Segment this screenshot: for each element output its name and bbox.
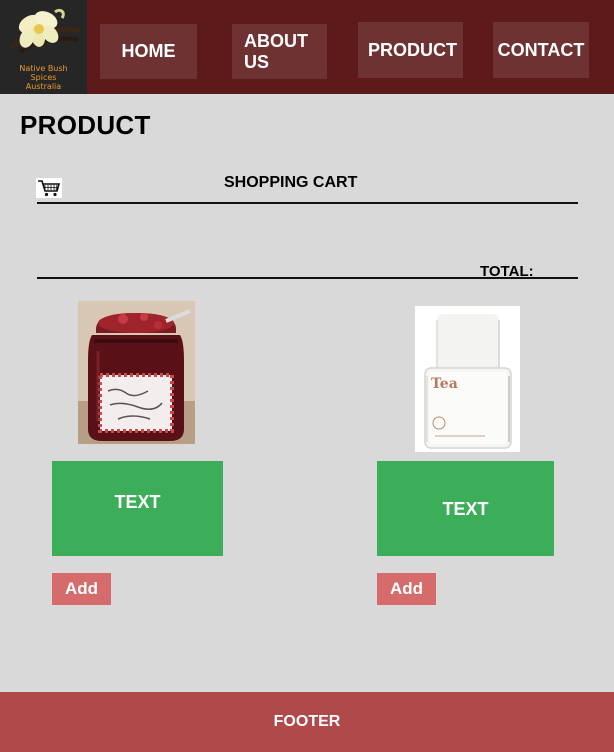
nav-about-button[interactable]: ABOUT US xyxy=(232,24,327,79)
add-to-cart-button-1[interactable]: Add xyxy=(52,573,111,605)
page-title: PRODUCT xyxy=(20,110,151,140)
cart-title: SHOPPING CART xyxy=(224,174,358,191)
nav-contact-button[interactable]: CONTACT xyxy=(493,22,589,78)
footer: FOOTER xyxy=(0,692,614,752)
nav-home-button[interactable]: HOME xyxy=(100,24,197,79)
vanilla-flower-icon xyxy=(8,8,81,54)
product-image-tea: Tea xyxy=(415,306,520,452)
cart-divider-top xyxy=(37,202,578,204)
brand-logo[interactable]: Native Bush Spices Australia xyxy=(0,0,87,94)
shopping-cart-icon[interactable] xyxy=(36,178,62,198)
header: Native Bush Spices Australia HOME ABOUT … xyxy=(0,0,614,94)
product-text-1: TEXT xyxy=(52,461,223,556)
tea-label-text: Tea xyxy=(431,376,458,392)
add-to-cart-button-2[interactable]: Add xyxy=(377,573,436,605)
product-text-2: TEXT xyxy=(377,461,554,556)
cart-divider-bottom xyxy=(37,277,578,279)
product-image-jam xyxy=(78,301,195,444)
nav-product-button[interactable]: PRODUCT xyxy=(358,22,463,78)
jam-jar-icon xyxy=(78,301,195,444)
logo-text: Native Bush Spices Australia xyxy=(19,64,68,91)
nav-about-label: ABOUT US xyxy=(244,30,308,72)
